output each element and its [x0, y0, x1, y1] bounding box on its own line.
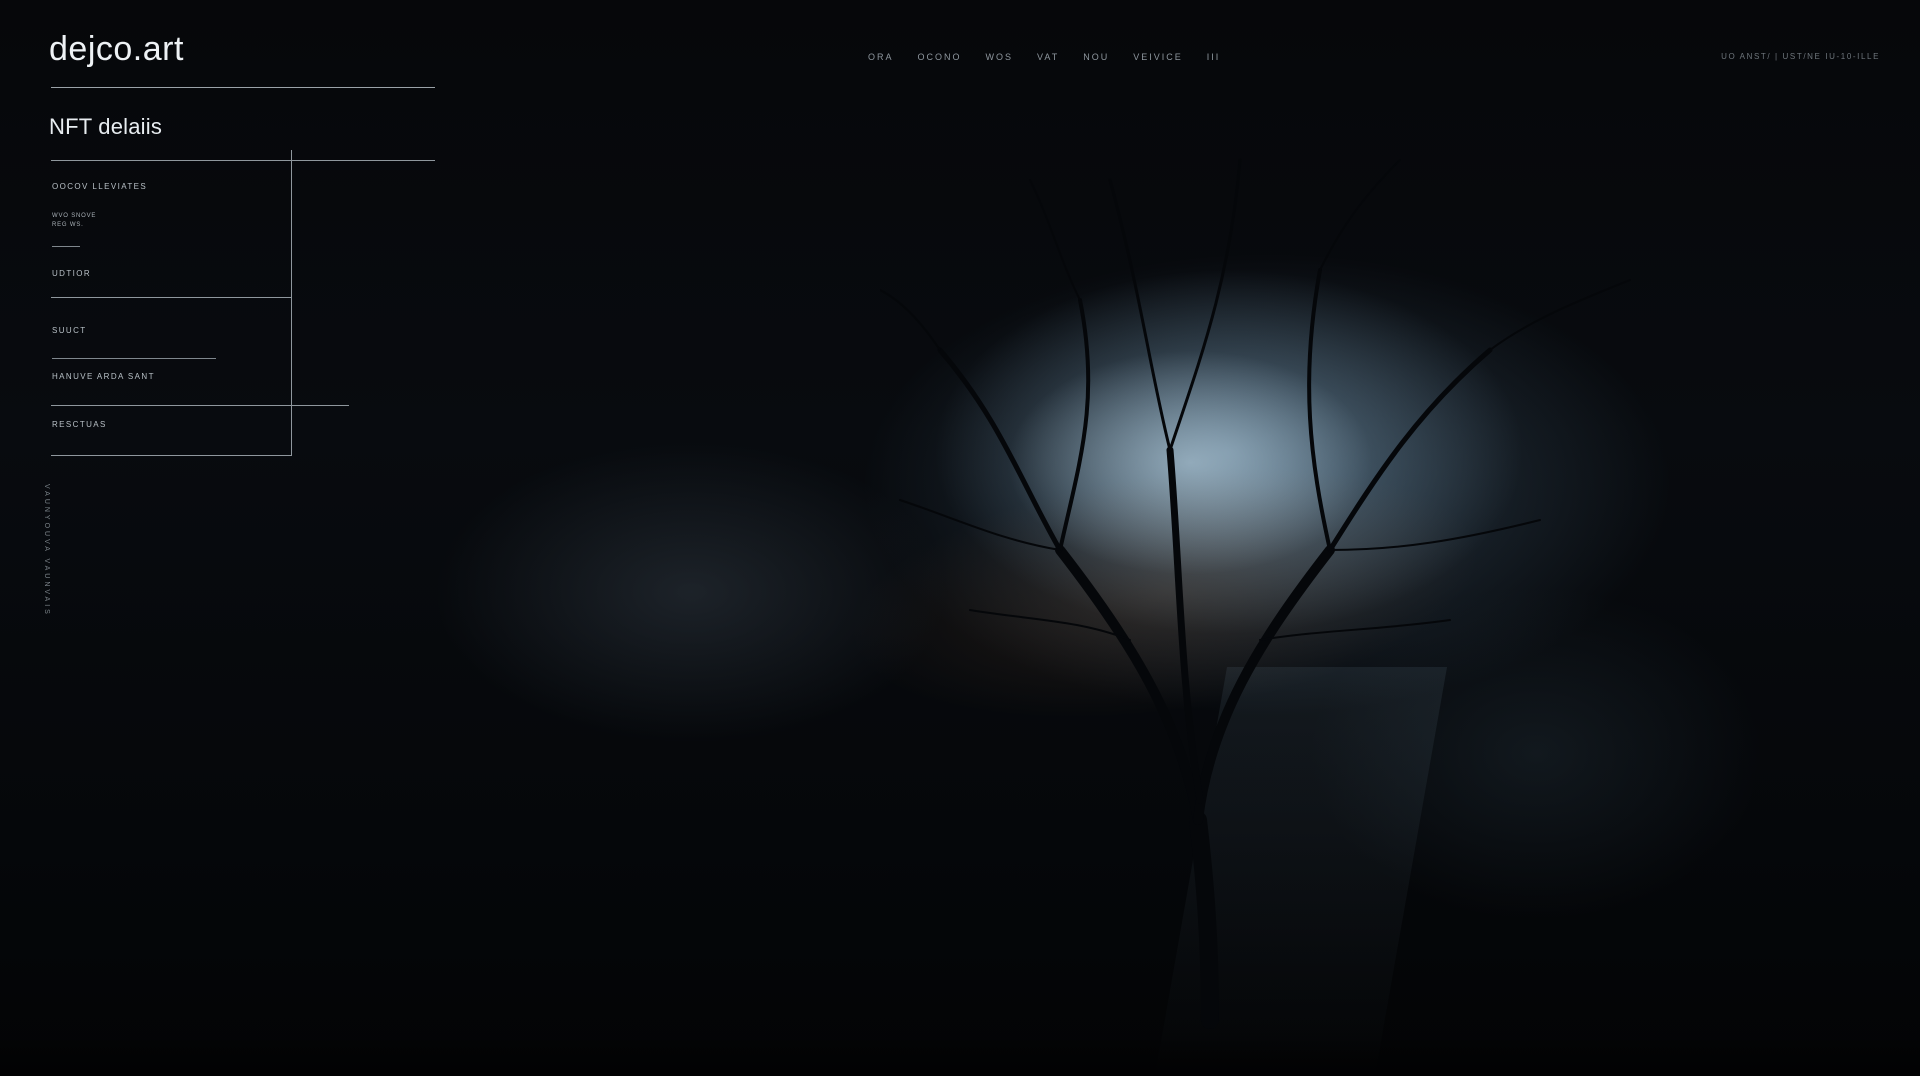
field-short-divider	[52, 246, 80, 247]
panel-top-divider	[51, 160, 435, 161]
panel-vertical-divider	[291, 150, 292, 456]
side-vertical-text: VAUNYOUVA VAUNVAIS	[43, 484, 50, 617]
field-label-collection: OOCOV LLEVIATES	[52, 182, 148, 191]
header-divider	[51, 87, 435, 88]
ground-shadow	[0, 1036, 1920, 1076]
top-navigation: ORA OCONO WOS VAT NOU VEIVICE III	[868, 52, 1220, 62]
nav-item-1[interactable]: ORA	[868, 52, 894, 62]
tree-silhouette	[880, 158, 1631, 1029]
nft-artwork-image	[0, 0, 1920, 1076]
field-divider-4	[51, 405, 349, 406]
nav-item-3[interactable]: WOS	[986, 52, 1014, 62]
nav-item-4[interactable]: VAT	[1037, 52, 1059, 62]
nav-item-7[interactable]: III	[1207, 52, 1221, 62]
panel-bottom-divider	[51, 455, 291, 456]
site-logo[interactable]: dejco.art	[49, 30, 184, 69]
field-label-subject: SUUCT	[52, 326, 87, 335]
nft-details-title: NFT delaiis	[49, 114, 163, 139]
field-label-owner: HANUVE ARDA SANT	[52, 372, 155, 381]
header-right-links[interactable]: UO ANST/ | UST/NE IU-10-ILLE	[1721, 52, 1880, 61]
nav-item-6[interactable]: VEIVICE	[1133, 52, 1183, 62]
nav-item-5[interactable]: NOU	[1083, 52, 1109, 62]
field-value-line-1: WVO SNOVE	[52, 213, 97, 219]
field-divider-2	[51, 297, 291, 298]
field-label-edition: UDTIOR	[52, 269, 92, 278]
field-divider-3	[52, 358, 216, 359]
nav-item-2[interactable]: OCONO	[918, 52, 962, 62]
field-value-line-2: REG WS.	[52, 222, 84, 228]
field-label-resources: RESCTUAS	[52, 420, 107, 429]
